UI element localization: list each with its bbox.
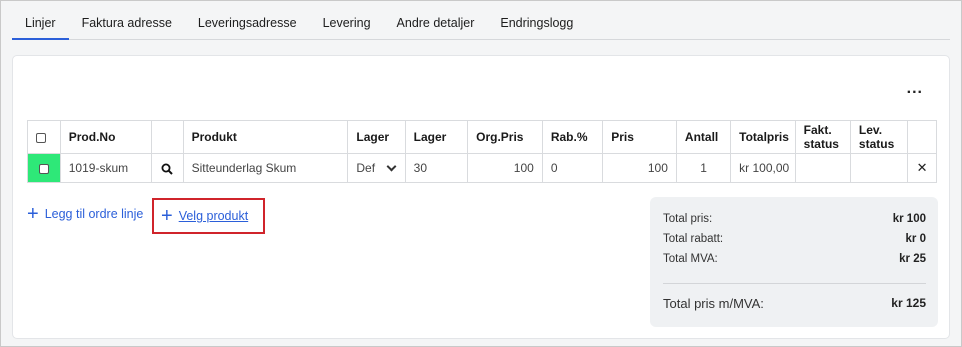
search-icon[interactable]	[161, 163, 173, 175]
order-summary: Total pris: kr 100 Total rabatt: kr 0 To…	[650, 197, 938, 327]
cell-prodno[interactable]: 1019-skum	[59, 153, 152, 183]
cell-pris[interactable]: 100	[602, 153, 677, 183]
summary-label: Total pris m/MVA:	[663, 296, 764, 311]
summary-value: kr 25	[899, 253, 926, 265]
lager-dropdown[interactable]: Def	[356, 161, 397, 175]
add-order-line-button[interactable]: + Legg til ordre linje	[27, 203, 144, 225]
tab-bar: Linjer Faktura adresse Leveringsadresse …	[12, 9, 950, 40]
header-fakt-status[interactable]: Fakt. status	[794, 120, 851, 154]
select-all-cell	[27, 120, 61, 154]
tab-leveringsadresse[interactable]: Leveringsadresse	[185, 9, 310, 40]
plus-icon: +	[161, 205, 173, 227]
tab-endringslogg[interactable]: Endringslogg	[487, 9, 586, 40]
summary-total-mva: Total MVA: kr 25	[663, 253, 926, 273]
row-select-cell	[27, 153, 61, 183]
summary-total-pris: Total pris: kr 100	[663, 213, 926, 233]
summary-label: Total pris:	[663, 213, 713, 225]
lager-dropdown-value: Def	[356, 161, 376, 175]
header-lager-qty[interactable]: Lager	[404, 120, 469, 154]
pick-product-label: Velg produkt	[178, 209, 249, 223]
cell-antall[interactable]: 1	[675, 153, 732, 183]
summary-total-with-vat: Total pris m/MVA: kr 125	[663, 296, 926, 316]
header-remove	[907, 120, 937, 154]
table-header-row: Prod.No Produkt Lager Lager Org.Pris Rab…	[27, 120, 937, 154]
header-orgpris[interactable]: Org.Pris	[467, 120, 543, 154]
order-lines-card: ... Prod.No Produkt Lager Lager Org.Pris…	[12, 55, 950, 339]
cell-produkt[interactable]: Sitteunderlag Skum	[182, 153, 349, 183]
summary-label: Total MVA:	[663, 253, 718, 265]
pick-product-button[interactable]: + Velg produkt	[152, 198, 265, 234]
header-prodno[interactable]: Prod.No	[59, 120, 152, 154]
cell-lager-select[interactable]: Def	[347, 153, 406, 183]
search-cell	[150, 153, 184, 183]
cell-fakt-status	[794, 153, 851, 183]
tab-andre-detaljer[interactable]: Andre detaljer	[384, 9, 488, 40]
header-lev-status[interactable]: Lev. status	[849, 120, 909, 154]
summary-value: kr 100	[892, 213, 926, 225]
cell-lager-qty[interactable]: 30	[404, 153, 469, 183]
table-row: 1019-skum Sitteunderlag Skum Def 30 100 …	[27, 153, 937, 183]
select-all-checkbox[interactable]	[36, 132, 46, 143]
tab-linjer[interactable]: Linjer	[12, 9, 69, 40]
header-search	[150, 120, 184, 154]
header-rabatt[interactable]: Rab.%	[541, 120, 604, 154]
summary-value: kr 0	[905, 233, 926, 245]
header-produkt[interactable]: Produkt	[182, 120, 349, 154]
summary-value: kr 125	[891, 296, 926, 310]
cell-lev-status	[849, 153, 909, 183]
chevron-down-icon	[386, 161, 397, 171]
header-pris[interactable]: Pris	[602, 120, 677, 154]
header-lager-select[interactable]: Lager	[347, 120, 406, 154]
cell-rabatt[interactable]: 0	[541, 153, 604, 183]
order-lines-table: Prod.No Produkt Lager Lager Org.Pris Rab…	[27, 120, 937, 183]
header-totalpris[interactable]: Totalpris	[730, 120, 796, 154]
summary-divider	[663, 283, 926, 284]
summary-label: Total rabatt:	[663, 233, 724, 245]
close-icon[interactable]: ✕	[907, 153, 937, 183]
add-order-line-label: Legg til ordre linje	[44, 207, 144, 221]
row-checkbox[interactable]	[38, 163, 49, 174]
header-antall[interactable]: Antall	[675, 120, 732, 154]
summary-total-rabatt: Total rabatt: kr 0	[663, 233, 926, 253]
window-frame: Linjer Faktura adresse Leveringsadresse …	[0, 0, 962, 347]
more-options-icon[interactable]: ...	[907, 80, 923, 98]
cell-orgpris[interactable]: 100	[467, 153, 543, 183]
tab-faktura-adresse[interactable]: Faktura adresse	[69, 9, 185, 40]
tab-levering[interactable]: Levering	[310, 9, 384, 40]
plus-icon: +	[27, 203, 39, 225]
cell-totalpris: kr 100,00	[730, 153, 796, 183]
